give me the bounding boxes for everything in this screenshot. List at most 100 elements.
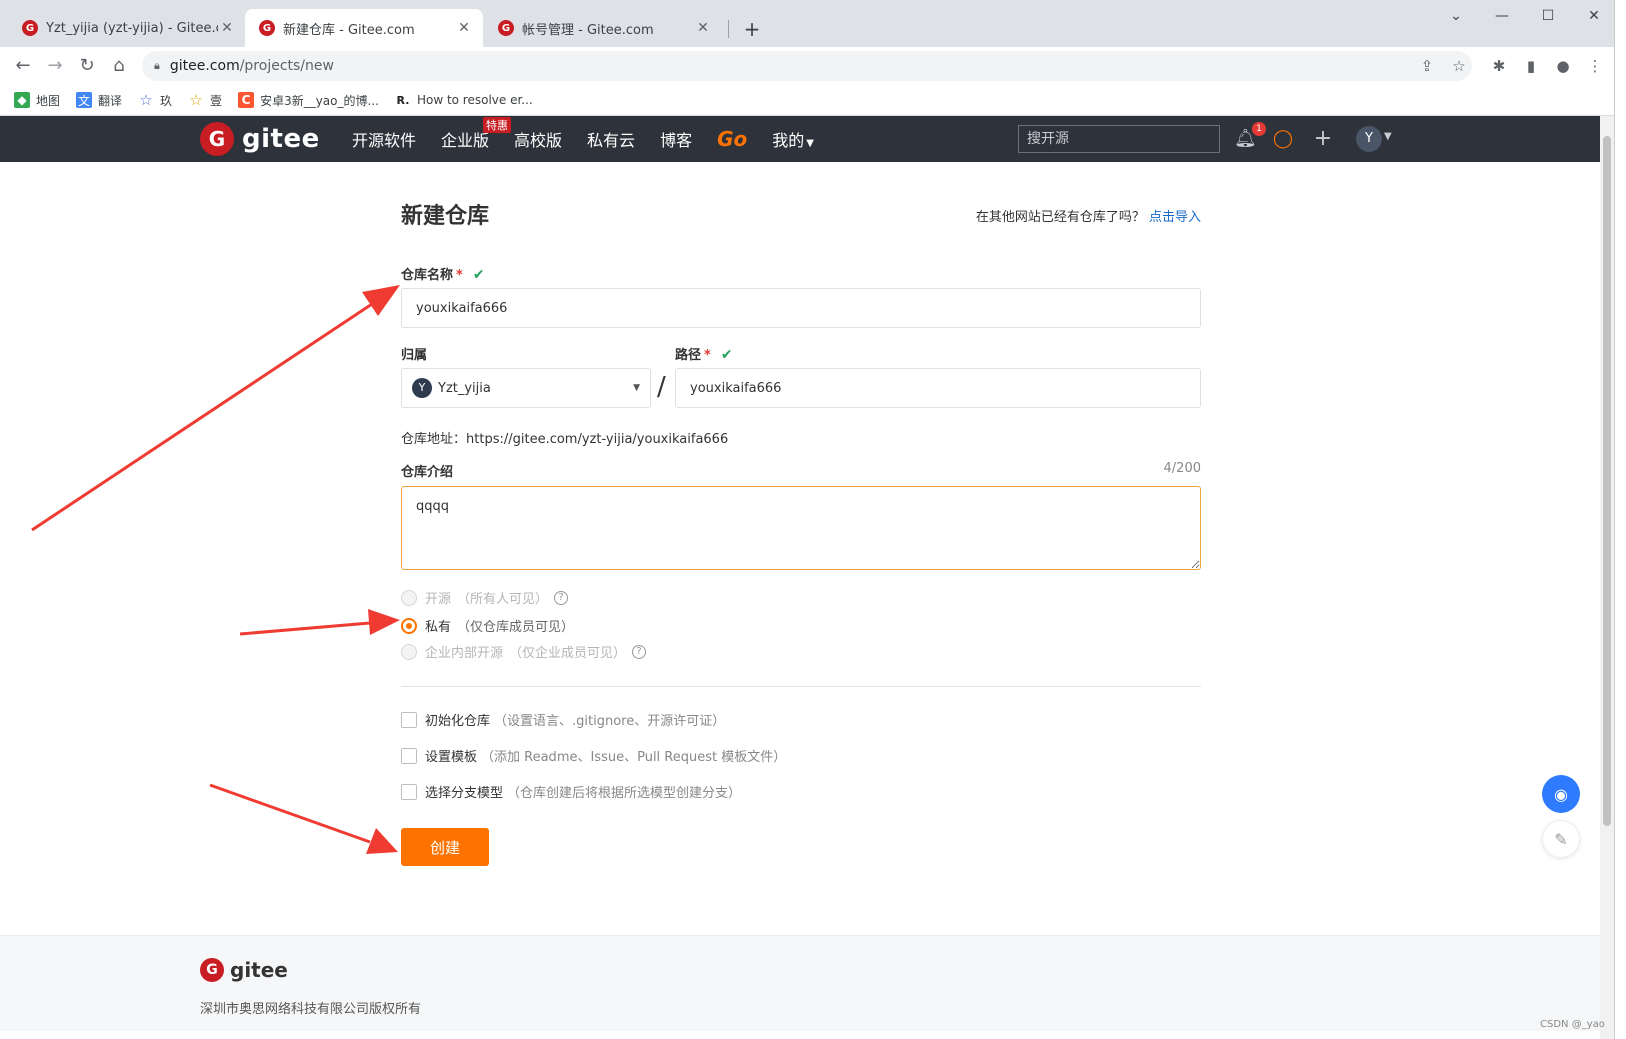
nav-blog[interactable]: 博客 — [660, 127, 692, 151]
help-icon[interactable]: ? — [554, 590, 569, 605]
bookmark-maps[interactable]: ◆ 地图 — [14, 92, 60, 109]
browser-tab-profile[interactable]: G Yzt_yijia (yzt-yijia) - Gitee.com ✕ — [8, 9, 246, 47]
scrollbar-thumb[interactable] — [1603, 136, 1611, 826]
nav-mine[interactable]: 我的 ▼ — [772, 127, 814, 151]
assistant-icon[interactable]: ◉ — [1542, 775, 1580, 813]
repo-address: 仓库地址：https://gitee.com/yzt-yijia/youxika… — [401, 428, 728, 447]
bookmark-yi[interactable]: ☆ 壹 — [188, 91, 223, 109]
checkbox[interactable] — [401, 783, 417, 800]
browser-tab-new-repo[interactable]: G 新建仓库 - Gitee.com ✕ — [245, 9, 483, 47]
forward-icon[interactable]: → — [42, 53, 68, 79]
bookmark-label: How to resolve er... — [416, 93, 533, 107]
nav-private-cloud[interactable]: 私有云 — [587, 127, 635, 151]
radio-button[interactable] — [401, 643, 417, 660]
visibility-public[interactable]: 开源 （所有人可见） ? — [401, 588, 569, 607]
create-button[interactable]: 创建 — [401, 828, 489, 866]
tab-title: 帐号管理 - Gitee.com — [522, 22, 654, 38]
bookmark-star-icon[interactable]: ☆ — [1448, 55, 1470, 77]
radio-hint: （所有人可见） — [457, 592, 549, 607]
description-textarea[interactable]: qqqq — [401, 486, 1201, 570]
window-chevron-icon[interactable]: ⌄ — [1436, 4, 1476, 28]
bookmark-label: 安卓3新__yao_的博... — [260, 93, 379, 108]
nav-open-source[interactable]: 开源软件 — [352, 127, 416, 151]
owner-select[interactable]: Y Yzt_yijia ▼ — [401, 368, 651, 408]
tab-title: 新建仓库 - Gitee.com — [283, 22, 415, 38]
option-branch-model[interactable]: 选择分支模型 （仓库创建后将根据所选模型创建分支） — [401, 782, 741, 801]
radio-button-checked[interactable] — [401, 617, 417, 634]
path-label-text: 路径 — [675, 348, 702, 363]
visibility-private[interactable]: 私有 （仅仓库成员可见） — [401, 616, 574, 635]
checkbox[interactable] — [401, 747, 417, 764]
site-footer: G gitee 深圳市奥思网络科技有限公司版权所有 — [0, 935, 1600, 1031]
feedback-icon[interactable]: ✎ — [1542, 820, 1580, 858]
path-input[interactable] — [675, 368, 1201, 408]
gitee-logo-icon: G — [200, 122, 234, 156]
adjacent-window-edge — [1614, 0, 1626, 1039]
visibility-enterprise[interactable]: 企业内部开源 （仅企业成员可见） ? — [401, 642, 647, 661]
profile-icon[interactable]: ● — [1552, 55, 1574, 77]
address-bar[interactable]: 🔒︎ gitee.com/projects/new — [142, 51, 1472, 81]
gitee-favicon-icon: G — [22, 20, 38, 36]
checkbox-hint: （仓库创建后将根据所选模型创建分支） — [507, 786, 742, 801]
plus-icon[interactable]: + — [1312, 128, 1334, 150]
checkbox-label: 选择分支模型 — [425, 786, 504, 801]
logo-text: gitee — [242, 124, 320, 154]
arrow-to-repo-name — [31, 285, 400, 532]
window-close-icon[interactable]: ✕ — [1574, 4, 1614, 28]
url-path: /projects/new — [239, 58, 334, 74]
avatar-caret-icon[interactable]: ▼ — [1384, 131, 1392, 142]
repo-name-input[interactable] — [401, 288, 1201, 328]
side-panel-icon[interactable]: ▮ — [1520, 55, 1542, 77]
extensions-icon[interactable]: ✱ — [1488, 55, 1510, 77]
footer-logo[interactable]: G gitee — [200, 958, 288, 982]
new-tab-icon[interactable]: + — [740, 17, 764, 41]
radio-button[interactable] — [401, 589, 417, 606]
gitee-logo-icon: G — [200, 958, 224, 982]
bookmark-csdn[interactable]: C 安卓3新__yao_的博... — [238, 92, 379, 109]
r-icon: R. — [396, 93, 410, 107]
browser-menu-icon[interactable]: ⋮ — [1584, 55, 1606, 77]
nav-mine-label: 我的 — [772, 131, 805, 150]
section-divider — [401, 686, 1201, 687]
search-input[interactable] — [1018, 125, 1220, 153]
star-icon: ☆ — [139, 91, 153, 109]
radio-hint: （仅仓库成员可见） — [457, 620, 575, 635]
window-maximize-icon[interactable]: ☐ — [1528, 4, 1568, 28]
tab-close-icon[interactable]: ✕ — [218, 20, 236, 36]
nav-education[interactable]: 高校版 — [514, 127, 562, 151]
bookmark-translate[interactable]: 文 翻译 — [76, 92, 122, 109]
import-hint-text: 在其他网站已经有仓库了吗？ — [975, 210, 1145, 225]
import-link[interactable]: 点击导入 — [1149, 210, 1201, 225]
arrow-to-create — [209, 783, 398, 854]
help-icon[interactable]: ? — [632, 644, 647, 659]
nav-enterprise[interactable]: 企业版 特惠 — [441, 117, 512, 151]
back-icon[interactable]: ← — [10, 53, 36, 79]
option-init-repo[interactable]: 初始化仓库 （设置语言、.gitignore、开源许可证） — [401, 710, 725, 729]
browser-tab-account[interactable]: G 帐号管理 - Gitee.com ✕ — [484, 9, 722, 47]
page-scrollbar[interactable] — [1600, 116, 1614, 1039]
share-icon[interactable]: ⇪ — [1416, 55, 1438, 77]
radio-hint: （仅企业成员可见） — [509, 646, 627, 661]
bookmark-label: 壹 — [210, 93, 223, 108]
bookmark-jiu[interactable]: ☆ 玖 — [138, 91, 173, 109]
checkbox-hint: （设置语言、.gitignore、开源许可证） — [494, 714, 726, 729]
checkbox[interactable] — [401, 711, 417, 728]
owner-value: Yzt_yijia — [438, 380, 491, 396]
bookmark-resolve[interactable]: R. How to resolve er... — [395, 92, 533, 108]
lightbulb-icon[interactable]: ◯ — [1272, 128, 1294, 150]
tab-close-icon[interactable]: ✕ — [694, 20, 712, 36]
reload-icon[interactable]: ↻ — [74, 53, 100, 79]
checkbox-hint: （添加 Readme、Issue、Pull Request 模板文件） — [481, 750, 787, 765]
tab-close-icon[interactable]: ✕ — [455, 20, 473, 36]
nav-go[interactable]: Go — [717, 127, 747, 151]
window-minimize-icon[interactable]: — — [1482, 4, 1522, 28]
home-icon[interactable]: ⌂ — [106, 53, 132, 79]
radio-label: 企业内部开源 — [425, 646, 504, 661]
option-template[interactable]: 设置模板 （添加 Readme、Issue、Pull Request 模板文件） — [401, 746, 786, 765]
checkmark-icon: ✔ — [720, 347, 733, 363]
gitee-logo[interactable]: G gitee — [200, 122, 320, 156]
bookmark-label: 玖 — [160, 93, 173, 108]
required-mark: * — [456, 268, 463, 283]
user-avatar[interactable]: Y — [1356, 126, 1382, 152]
gitee-favicon-icon: G — [259, 20, 275, 36]
